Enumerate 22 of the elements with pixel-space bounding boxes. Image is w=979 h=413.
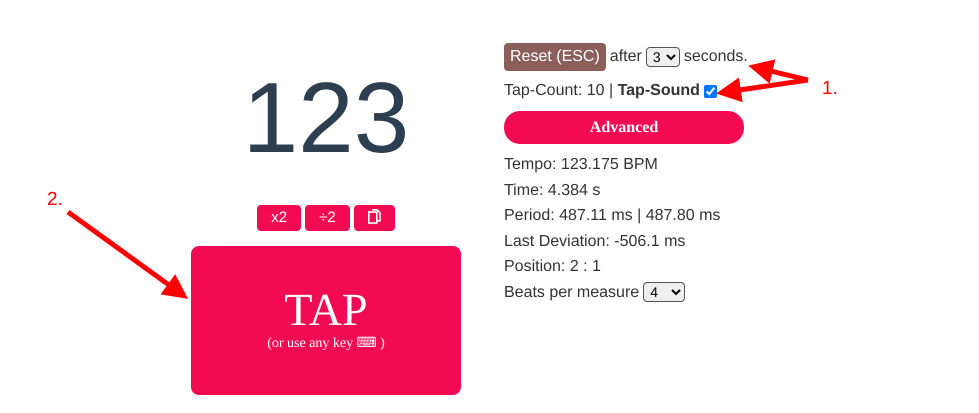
- stat-line: Position: 2 : 1: [504, 257, 602, 277]
- copy-icon: [368, 209, 381, 224]
- copy-button[interactable]: [354, 205, 395, 231]
- advanced-button[interactable]: Advanced: [504, 111, 744, 144]
- tempo-button[interactable]: ÷2: [305, 205, 350, 231]
- tempo-button[interactable]: x2: [257, 205, 302, 231]
- after-label: after: [610, 47, 642, 67]
- seconds-label: seconds.: [684, 47, 748, 67]
- reset-button[interactable]: Reset (ESC): [504, 43, 606, 71]
- beats-select[interactable]: 4: [643, 282, 686, 302]
- tap-count-text: Tap-Count: 10 | Tap-Sound: [504, 81, 700, 101]
- tap-sound-checkbox[interactable]: [704, 84, 717, 98]
- tempo-number: 123: [242, 68, 410, 176]
- tap-button[interactable]: TAP (or use any key ⌨ ): [191, 246, 461, 395]
- stat-line: Period: 487.11 ms | 487.80 ms: [504, 206, 722, 226]
- annotation-label: 1.: [822, 77, 838, 101]
- stat-line: Time: 4.384 s: [504, 180, 602, 200]
- stat-line: Last Deviation: -506.1 ms: [504, 232, 686, 252]
- annotation-label: 2.: [47, 188, 63, 212]
- seconds-select[interactable]: 3: [646, 47, 680, 67]
- beats-label: Beats per measure: [504, 282, 640, 302]
- stat-line: Tempo: 123.175 BPM: [504, 155, 659, 175]
